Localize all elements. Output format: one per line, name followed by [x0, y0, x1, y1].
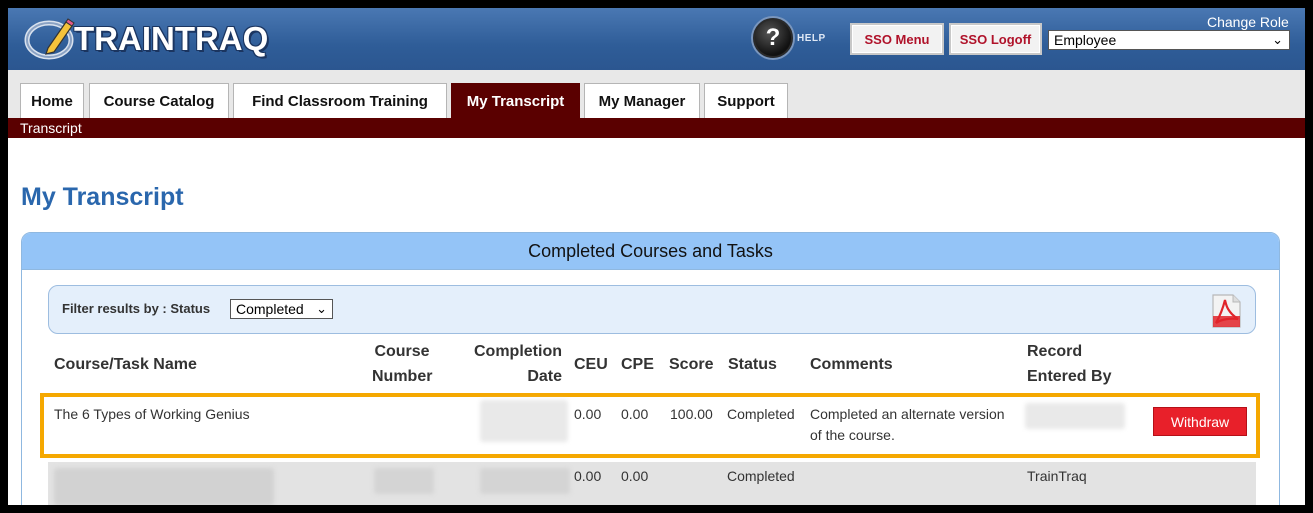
- row-2-status: Completed: [727, 468, 795, 484]
- tab-my-transcript[interactable]: My Transcript: [451, 83, 580, 118]
- pdf-export-icon[interactable]: [1207, 292, 1245, 330]
- table-row-2: 0.00 0.00 Completed TrainTraq: [48, 462, 1256, 505]
- help-button[interactable]: ? HELP: [753, 16, 835, 60]
- tab-home[interactable]: Home: [20, 83, 84, 118]
- column-header-comments: Comments: [810, 356, 893, 373]
- column-header-record: Record Entered By: [1027, 339, 1111, 389]
- chevron-down-icon: ⌄: [316, 301, 327, 316]
- row-1-entered-by-redacted: [1025, 403, 1125, 429]
- column-header-number: Course Number: [372, 339, 432, 389]
- status-filter-select[interactable]: Completed ⌄: [230, 299, 333, 319]
- column-header-cpe: CPE: [621, 356, 654, 373]
- row-2-entered-by: TrainTraq: [1027, 468, 1087, 484]
- role-select-value: Employee: [1054, 32, 1117, 48]
- column-header-record-line2: Entered By: [1027, 368, 1112, 385]
- column-header-number-line1: Course: [374, 343, 430, 360]
- tab-support[interactable]: Support: [704, 83, 788, 118]
- column-header-ceu: CEU: [574, 356, 608, 373]
- filter-bar: Filter results by : Status Completed ⌄: [48, 285, 1256, 334]
- row-1-course-name: The 6 Types of Working Genius: [54, 406, 250, 422]
- status-filter-value: Completed: [236, 301, 304, 317]
- sso-logoff-button[interactable]: SSO Logoff: [949, 23, 1042, 55]
- column-header-date-line2: Date: [527, 368, 562, 385]
- column-header-date-line1: Completion: [474, 343, 562, 360]
- filter-label: Filter results by : Status: [62, 301, 211, 316]
- change-role-label: Change Role: [1207, 14, 1289, 30]
- sso-menu-button[interactable]: SSO Menu: [850, 23, 944, 55]
- tab-my-manager[interactable]: My Manager: [584, 83, 700, 118]
- row-1-cpe: 0.00: [621, 406, 649, 422]
- row-1-comments-line1: Completed an alternate version: [810, 406, 1005, 422]
- role-select[interactable]: Employee ⌄: [1048, 30, 1290, 50]
- row-2-course-name-redacted: [54, 468, 274, 505]
- app-name: TRAINTRAQ: [74, 20, 269, 57]
- column-header-status: Status: [728, 356, 777, 373]
- withdraw-button[interactable]: Withdraw: [1153, 407, 1247, 436]
- traintraq-logo[interactable]: TRAINTRAQ: [22, 14, 268, 64]
- column-header-record-line1: Record: [1027, 343, 1083, 360]
- logo-swoosh-icon: [24, 18, 75, 60]
- panel-title: Completed Courses and Tasks: [22, 233, 1279, 270]
- question-icon: ?: [753, 18, 793, 58]
- column-header-name: Course/Task Name: [54, 356, 197, 373]
- tab-course-catalog[interactable]: Course Catalog: [89, 83, 229, 118]
- column-header-date: Completion Date: [462, 339, 562, 389]
- row-2-ceu: 0.00: [574, 468, 602, 484]
- chevron-down-icon: ⌄: [1272, 32, 1283, 47]
- row-2-number-redacted: [374, 468, 434, 494]
- tab-find-classroom-training[interactable]: Find Classroom Training: [233, 83, 447, 118]
- row-2-cpe: 0.00: [621, 468, 649, 484]
- column-header-score: Score: [669, 356, 714, 373]
- column-header-number-line2: Number: [372, 368, 433, 385]
- row-1-comments-line2: of the course.: [810, 427, 895, 443]
- app-window: TRAINTRAQ ? HELP SSO Menu SSO Logoff Cha…: [8, 8, 1305, 505]
- breadcrumb: Transcript: [8, 118, 1305, 138]
- page-title: My Transcript: [21, 183, 184, 211]
- help-label: HELP: [797, 32, 826, 44]
- row-1-comments: Completed an alternate version of the co…: [810, 404, 1005, 446]
- row-1-status: Completed: [727, 406, 795, 422]
- row-1-ceu: 0.00: [574, 406, 602, 422]
- completed-courses-panel: Completed Courses and Tasks Filter resul…: [21, 232, 1280, 505]
- row-2-date-redacted: [480, 468, 570, 494]
- row-1-score: 100.00: [670, 406, 713, 422]
- nav-tabs: Home Course Catalog Find Classroom Train…: [8, 70, 1305, 118]
- row-1-date-redacted: [480, 400, 568, 442]
- header-bar: TRAINTRAQ ? HELP SSO Menu SSO Logoff Cha…: [8, 8, 1305, 70]
